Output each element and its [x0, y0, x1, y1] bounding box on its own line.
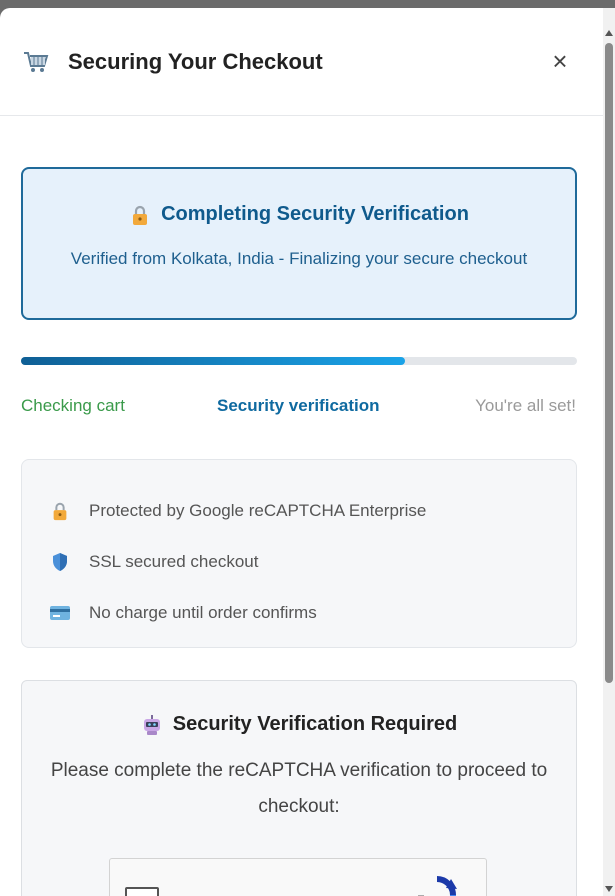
recaptcha-logo-icon [418, 876, 457, 896]
progress-fill [21, 357, 405, 365]
checkout-modal: Securing Your Checkout × Completing Secu… [0, 8, 615, 896]
shield-icon [49, 551, 71, 573]
step-security-verification: Security verification [217, 396, 380, 415]
feature-label: Protected by Google reCAPTCHA Enterprise [89, 501, 427, 520]
modal-header: Securing Your Checkout × [0, 8, 615, 116]
lock-icon [49, 500, 71, 522]
security-features-panel: Protected by Google reCAPTCHA Enterprise… [21, 459, 577, 648]
credit-card-icon [49, 602, 71, 624]
status-title: Completing Security Verification [161, 203, 469, 225]
scroll-up-arrow-icon[interactable] [605, 30, 613, 36]
robot-icon [143, 714, 160, 735]
verification-title: Security Verification Required [172, 713, 458, 735]
feature-item-ssl: SSL secured checkout [49, 550, 258, 574]
modal-title: Securing Your Checkout [68, 49, 323, 74]
lock-icon [133, 205, 148, 225]
status-subtitle: Verified from Kolkata, India - Finalizin… [70, 249, 528, 268]
feature-label: SSL secured checkout [89, 552, 259, 571]
scrollbar[interactable] [603, 8, 615, 896]
verification-title-row: Security Verification Required [22, 713, 576, 736]
verification-description: Please complete the reCAPTCHA verificati… [50, 760, 548, 817]
progress-bar [21, 357, 577, 365]
feature-item-no-charge: No charge until order confirms [49, 601, 317, 625]
feature-item-recaptcha: Protected by Google reCAPTCHA Enterprise [49, 499, 426, 523]
recaptcha-verification-section: Security Verification Required Please co… [21, 680, 577, 896]
step-checking-cart: Checking cart [21, 396, 125, 415]
shopping-cart-icon [24, 52, 49, 72]
scroll-down-arrow-icon[interactable] [605, 886, 613, 892]
scrollbar-thumb[interactable] [605, 43, 613, 683]
recaptcha-checkbox[interactable] [125, 887, 159, 896]
recaptcha-widget [109, 858, 487, 896]
close-button[interactable]: × [548, 48, 572, 74]
step-all-set: You're all set! [475, 396, 576, 415]
verification-status-card: Completing Security Verification Verifie… [21, 167, 577, 320]
feature-label: No charge until order confirms [89, 603, 317, 622]
status-title-row: Completing Security Verification [23, 203, 575, 226]
